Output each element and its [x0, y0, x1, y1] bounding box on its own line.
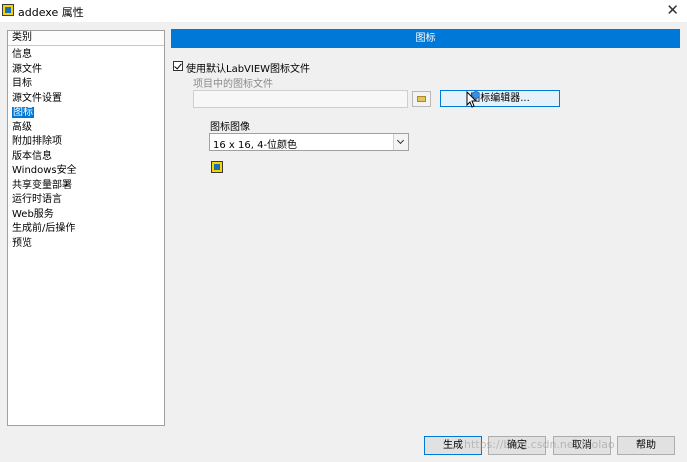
sidebar-item-shared-variable-deployment[interactable]: 共享变量部署 [8, 179, 164, 194]
category-panel: 类别 信息 源文件 目标 源文件设置 图标 高级 附加排除项 版本信息 Wind… [7, 30, 165, 426]
icon-image-label: 图标图像 [210, 122, 250, 133]
category-list: 信息 源文件 目标 源文件设置 图标 高级 附加排除项 版本信息 Windows… [8, 46, 164, 251]
project-icon-file-input[interactable] [193, 90, 408, 108]
ok-button[interactable]: 确定 [488, 436, 546, 455]
sidebar-item-web-services[interactable]: Web服务 [8, 208, 164, 223]
sidebar-item-version-info[interactable]: 版本信息 [8, 150, 164, 165]
use-default-icon-label[interactable]: 使用默认LabVIEW图标文件 [186, 60, 310, 75]
icon-image-select-value: 16 x 16, 4-位颜色 [213, 140, 298, 151]
sidebar-item-additional-exclusions[interactable]: 附加排除项 [8, 135, 164, 150]
icon-image-select[interactable]: 16 x 16, 4-位颜色 [209, 133, 409, 151]
close-icon[interactable]: ✕ [666, 2, 679, 18]
sidebar-item-source-files[interactable]: 源文件 [8, 63, 164, 78]
sidebar-item-pre-post-build-actions[interactable]: 生成前/后操作 [8, 222, 164, 237]
sidebar-item-runtime-languages[interactable]: 运行时语言 [8, 193, 164, 208]
sidebar-item-destinations[interactable]: 目标 [8, 77, 164, 92]
project-icon-file-label: 项目中的图标文件 [193, 79, 273, 90]
sidebar-item-icon[interactable]: 图标 [8, 106, 164, 121]
sidebar-item-info[interactable]: 信息 [8, 48, 164, 63]
folder-icon [417, 96, 426, 102]
window-title: addexe 属性 [18, 6, 84, 19]
section-header: 图标 [171, 29, 680, 48]
icon-editor-button[interactable]: 图标编辑器... [440, 90, 560, 107]
cancel-button[interactable]: 取消 [553, 436, 611, 455]
use-default-icon-checkbox[interactable] [173, 61, 183, 71]
chevron-down-icon [396, 136, 405, 145]
title-bar: addexe 属性 ✕ [0, 0, 687, 22]
labview-app-icon [2, 4, 14, 16]
icon-preview [211, 161, 223, 173]
dropdown-button[interactable] [393, 134, 408, 150]
sidebar-item-advanced[interactable]: 高级 [8, 121, 164, 136]
sidebar-item-windows-security[interactable]: Windows安全 [8, 164, 164, 179]
help-button[interactable]: 帮助 [617, 436, 675, 455]
sidebar-item-preview[interactable]: 预览 [8, 237, 164, 252]
browse-button[interactable] [412, 91, 431, 107]
build-button[interactable]: 生成 [424, 436, 482, 455]
category-header: 类别 [8, 31, 164, 46]
sidebar-item-source-file-settings[interactable]: 源文件设置 [8, 92, 164, 107]
